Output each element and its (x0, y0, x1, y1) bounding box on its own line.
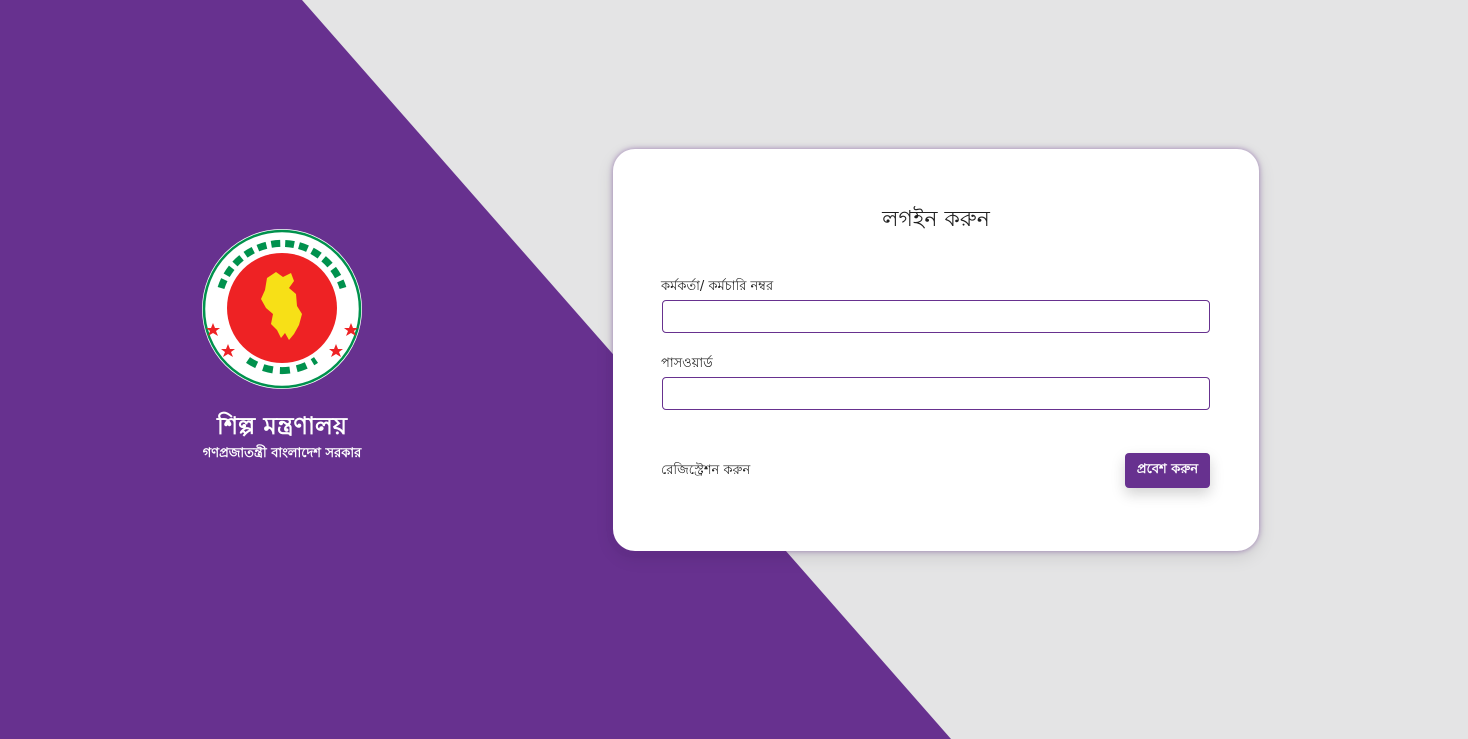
login-title: লগইন করুন (882, 207, 990, 232)
password-input[interactable] (662, 377, 1210, 410)
login-card: লগইন করুন কর্মকর্তা/ কর্মচারি নম্বর পাসও… (613, 149, 1259, 551)
login-submit-button[interactable]: প্রবেশ করুন (1125, 453, 1210, 488)
employee-id-label: কর্মকর্তা/ কর্মচারি নম্বর (661, 279, 774, 294)
ministry-name: শিল্প মন্ত্রণালয় (216, 412, 348, 440)
password-label: পাসওয়ার্ড (661, 356, 713, 371)
registration-link[interactable]: রেজিস্ট্রেশন করুন (661, 463, 750, 479)
brand-block: শিল্প মন্ত্রণালয় গণপ্রজাতন্ত্রী বাংলাদে… (182, 228, 382, 462)
employee-id-input[interactable] (662, 300, 1210, 333)
government-emblem-icon (202, 229, 362, 389)
government-name: গণপ্রজাতন্ত্রী বাংলাদেশ সরকার (202, 446, 362, 461)
